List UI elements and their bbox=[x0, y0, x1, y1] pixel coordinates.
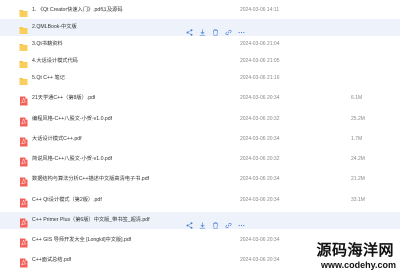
file-row[interactable]: 21天学通C++（第8版）.pdf 2024-03-06 20:34 6.1M bbox=[0, 90, 400, 107]
file-row[interactable]: 2.QMLBook-中文版 bbox=[0, 19, 400, 36]
delete-icon[interactable] bbox=[212, 216, 219, 229]
more-icon[interactable] bbox=[238, 23, 245, 34]
file-row[interactable]: 5.Qt C++ 笔记 2024-03-06 21:16 bbox=[0, 70, 400, 87]
watermark-title: 源码海洋网 bbox=[316, 241, 394, 259]
pdf-icon bbox=[19, 255, 28, 268]
file-row[interactable]: 编程风格-C++八股文-小贺-v1.0.pdf 2024-03-06 20:32 2… bbox=[0, 111, 400, 128]
pdf-icon bbox=[19, 134, 28, 147]
folder-icon bbox=[19, 5, 28, 17]
watermark: 源码海洋网 www.codehy.com bbox=[316, 238, 400, 272]
file-date: 2024-03-06 21:16 bbox=[240, 75, 280, 81]
file-date: 2024-03-06 21:04 bbox=[240, 41, 280, 47]
file-size: 1.7M bbox=[351, 136, 363, 142]
file-size: 25.2M bbox=[351, 116, 365, 122]
pdf-icon bbox=[19, 93, 28, 106]
folder-icon bbox=[19, 73, 28, 85]
file-row[interactable]: C++ Primer Plus（第6版）中文版_带书签_超清.pdf bbox=[0, 212, 400, 229]
file-name[interactable]: 编程风格-C++八股文-小贺-v1.0.pdf bbox=[32, 115, 112, 123]
download-icon[interactable] bbox=[199, 216, 206, 229]
file-date: 2024-03-06 20:32 bbox=[240, 116, 280, 122]
file-date: 2024-03-06 20:34 bbox=[240, 136, 280, 142]
share-icon[interactable] bbox=[186, 23, 193, 36]
delete-icon[interactable] bbox=[212, 23, 219, 36]
pdf-icon bbox=[19, 195, 28, 208]
watermark-url: www.codehy.com bbox=[320, 260, 396, 270]
file-row[interactable]: 大话设计模式C++.pdf 2024-03-06 20:34 1.7M bbox=[0, 131, 400, 148]
file-date: 2024-03-06 14:11 bbox=[240, 7, 280, 13]
file-size: 6.1M bbox=[351, 95, 363, 101]
pdf-icon bbox=[19, 154, 28, 167]
file-date: 2024-03-06 20:34 bbox=[240, 237, 280, 243]
file-date: 2024-03-06 20:34 bbox=[240, 197, 280, 203]
file-row[interactable]: C++ Qt设计模式（第2版）.pdf 2024-03-06 20:34 33.1M bbox=[0, 192, 400, 209]
download-icon[interactable] bbox=[199, 23, 206, 36]
file-name[interactable]: 5.Qt C++ 笔记 bbox=[32, 74, 65, 82]
folder-icon bbox=[19, 39, 28, 51]
row-actions bbox=[186, 216, 245, 229]
file-row[interactable]: 4.大话设计模式代码 2024-03-06 21:05 bbox=[0, 53, 400, 70]
row-actions bbox=[186, 23, 245, 36]
file-row[interactable]: 3.Qt书籍资料 2024-03-06 21:04 bbox=[0, 36, 400, 53]
file-date: 2024-03-06 21:05 bbox=[240, 58, 280, 64]
file-name[interactable]: 21天学通C++（第8版）.pdf bbox=[32, 94, 95, 102]
file-name[interactable]: 简说风格-C++八股文-小贺-v1.0.pdf bbox=[32, 155, 112, 163]
file-name[interactable]: 大话设计模式C++.pdf bbox=[32, 135, 82, 143]
pdf-icon bbox=[19, 215, 28, 228]
file-date: 2024-03-06 20:34 bbox=[240, 176, 280, 182]
file-date: 2024-03-06 20:34 bbox=[240, 257, 280, 263]
pdf-icon bbox=[19, 114, 28, 127]
pdf-icon bbox=[19, 174, 28, 187]
file-name[interactable]: 数据结构与算法分析C++描述中文版高清电子书.pdf bbox=[32, 175, 149, 183]
file-name[interactable]: C++面试总结.pdf bbox=[32, 256, 71, 264]
link-icon[interactable] bbox=[225, 23, 232, 36]
file-size: 21.2M bbox=[351, 176, 365, 182]
file-date: 2024-03-06 20:32 bbox=[240, 156, 280, 162]
file-name[interactable]: 1. 《Qt Creator快速入门》.pdf以及源码 bbox=[32, 6, 123, 14]
file-size: 24.2M bbox=[351, 156, 365, 162]
file-size: 33.1M bbox=[351, 197, 365, 203]
more-icon[interactable] bbox=[238, 216, 245, 227]
pdf-icon bbox=[19, 235, 28, 248]
file-name[interactable]: 2.QMLBook-中文版 bbox=[32, 23, 77, 31]
file-row[interactable]: 数据结构与算法分析C++描述中文版高清电子书.pdf 2024-03-06 20:… bbox=[0, 171, 400, 188]
file-name[interactable]: 4.大话设计模式代码 bbox=[32, 57, 78, 65]
folder-icon bbox=[19, 56, 28, 68]
file-date: 2024-03-06 20:34 bbox=[240, 95, 280, 101]
file-name[interactable]: C++ Primer Plus（第6版）中文版_带书签_超清.pdf bbox=[32, 216, 150, 224]
share-icon[interactable] bbox=[186, 216, 193, 229]
link-icon[interactable] bbox=[225, 216, 232, 229]
folder-icon bbox=[19, 22, 28, 34]
file-row[interactable]: 1. 《Qt Creator快速入门》.pdf以及源码 2024-03-06 14… bbox=[0, 2, 400, 19]
file-name[interactable]: 3.Qt书籍资料 bbox=[32, 40, 63, 48]
file-row[interactable]: 简说风格-C++八股文-小贺-v1.0.pdf 2024-03-06 20:32 2… bbox=[0, 151, 400, 168]
file-name[interactable]: C++ GIS 导师开发大全 [Longkil]中文版].pdf bbox=[32, 236, 131, 244]
file-name[interactable]: C++ Qt设计模式（第2版）.pdf bbox=[32, 196, 102, 204]
